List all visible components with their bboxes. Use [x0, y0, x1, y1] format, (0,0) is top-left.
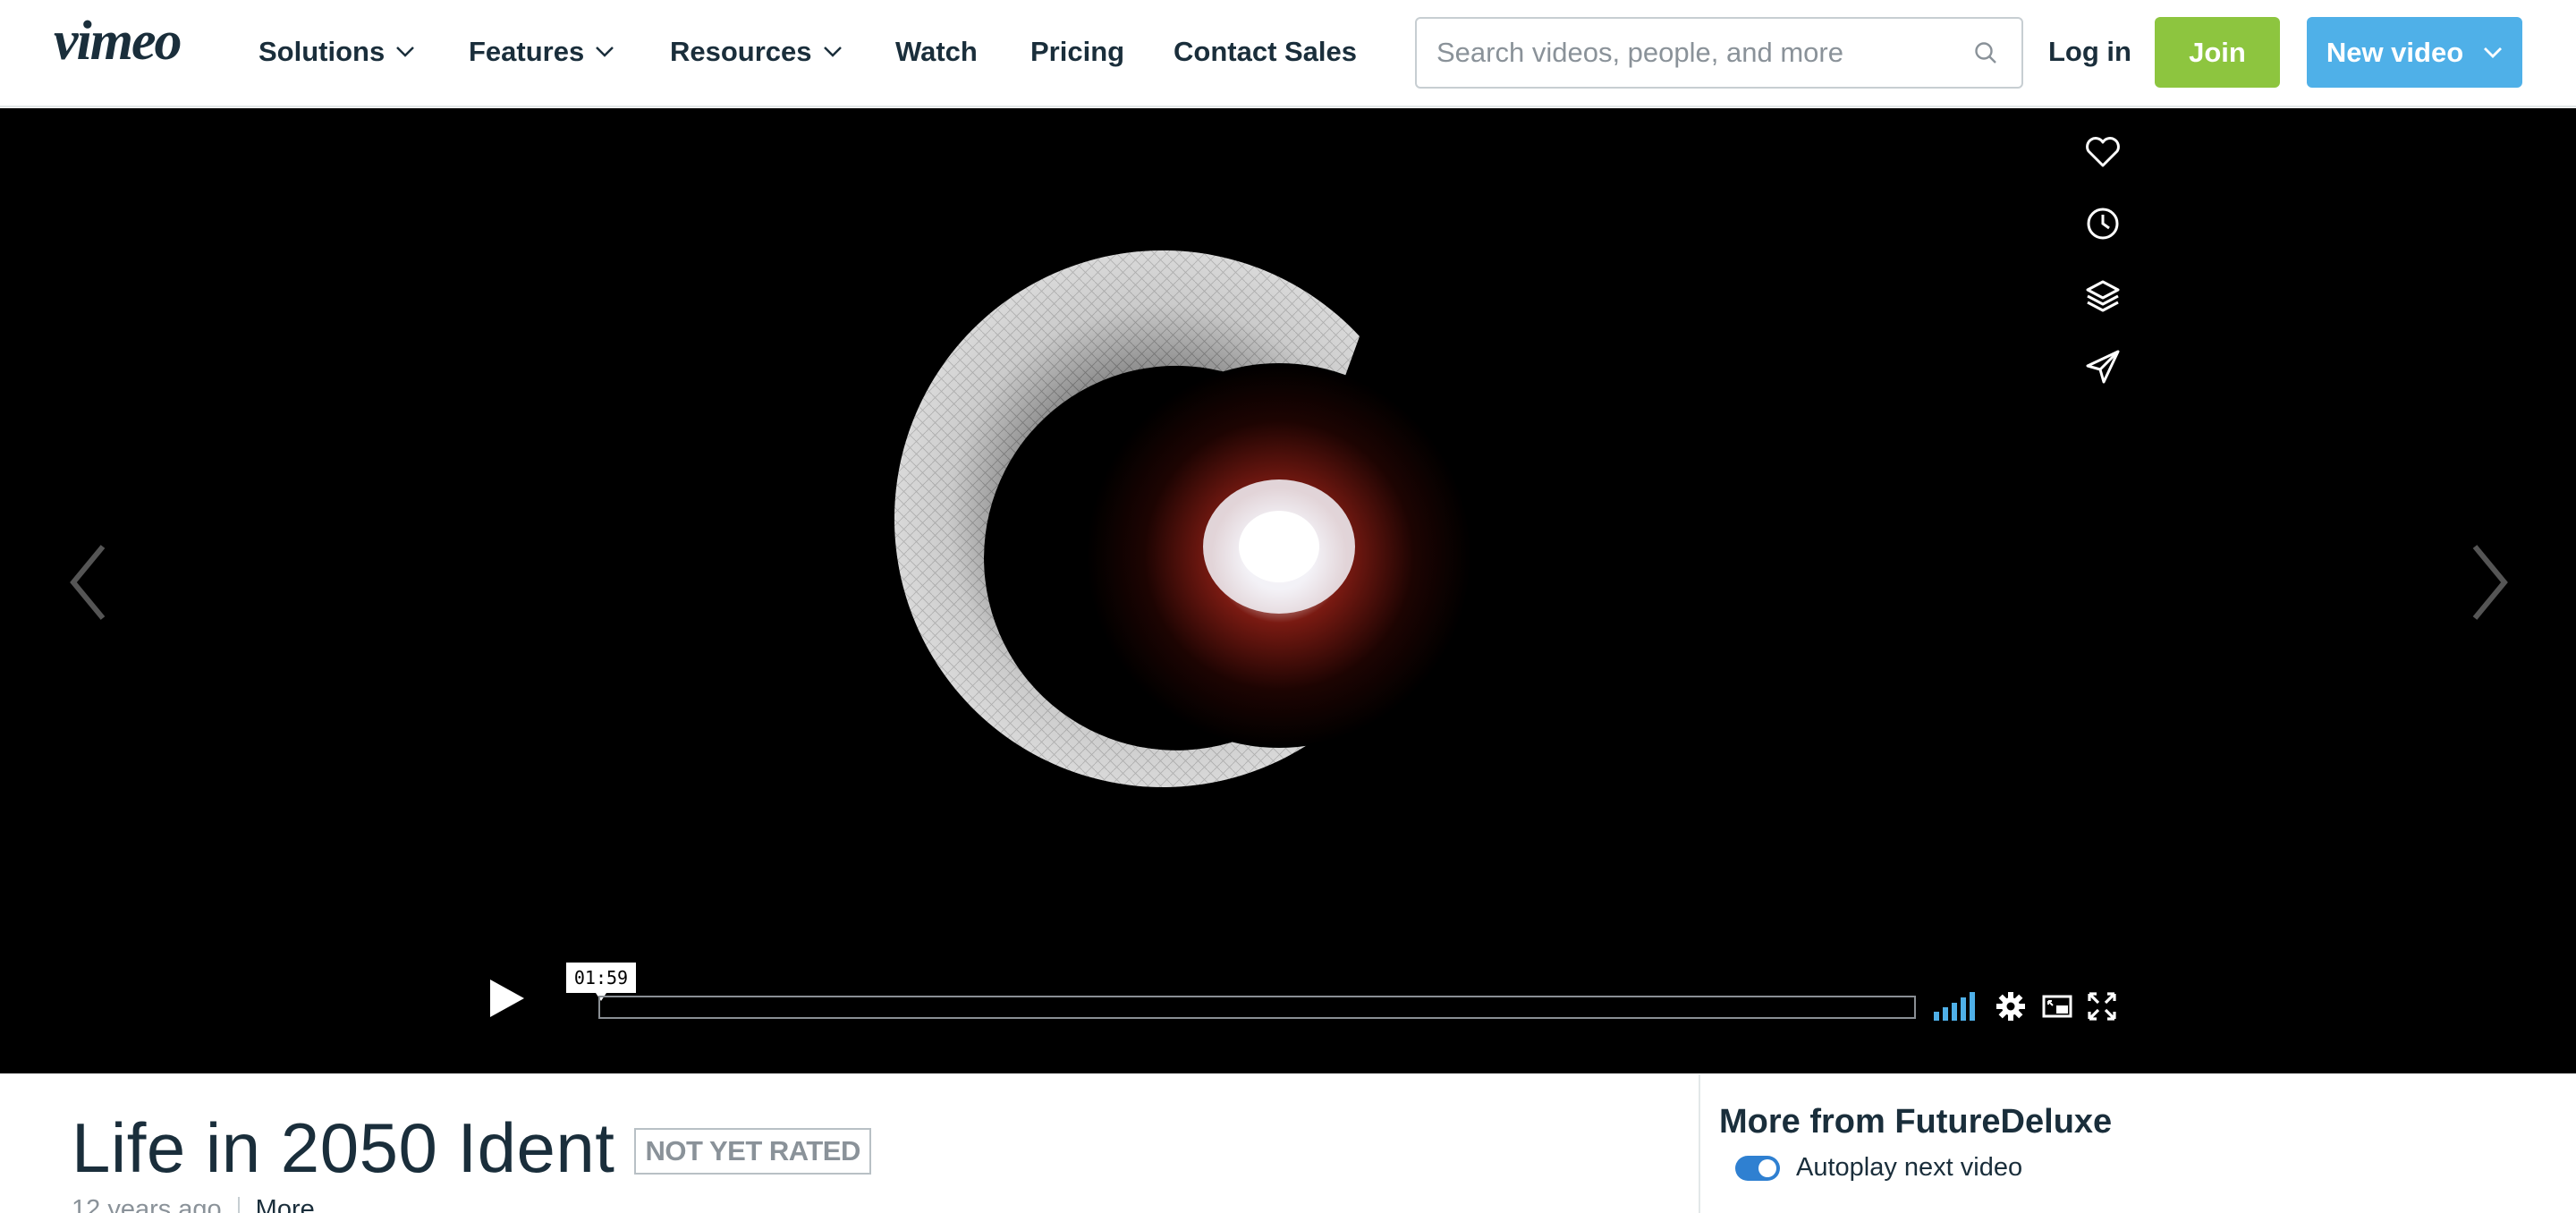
vimeo-logo[interactable]: vimeo	[54, 16, 233, 73]
join-button[interactable]: Join	[2155, 17, 2280, 88]
chevron-down-icon	[596, 47, 614, 57]
current-time-tooltip: 01:59	[566, 963, 636, 1001]
nav-features-label: Features	[469, 36, 585, 67]
new-video-button-label: New video	[2326, 36, 2464, 68]
fullscreen-icon[interactable]	[2086, 990, 2118, 1022]
watch-later-clock-icon[interactable]	[2082, 203, 2123, 244]
player-side-actions	[2082, 131, 2123, 418]
chevron-down-icon	[2484, 47, 2503, 58]
sidebar-divider	[1699, 1074, 1700, 1213]
nav-contact-sales-label: Contact Sales	[1174, 36, 1358, 67]
video-meta: 12 years ago More	[72, 1195, 315, 1213]
join-button-label: Join	[2189, 36, 2246, 68]
rating-badge: NOT YET RATED	[634, 1128, 871, 1175]
nav-solutions-label: Solutions	[258, 36, 386, 67]
upload-age: 12 years ago	[72, 1195, 222, 1213]
svg-text:vimeo: vimeo	[54, 16, 181, 72]
autoplay-label: Autoplay next video	[1796, 1153, 2023, 1182]
login-link[interactable]: Log in	[2048, 32, 2131, 72]
nav-resources[interactable]: Resources	[670, 32, 843, 72]
more-link[interactable]: More	[256, 1195, 315, 1213]
meta-separator	[237, 1196, 240, 1213]
nav-pricing-label: Pricing	[1030, 36, 1125, 67]
volume-bars-icon[interactable]	[1934, 992, 1979, 1021]
nav-contact-sales[interactable]: Contact Sales	[1174, 32, 1357, 72]
top-nav-bar: vimeo Solutions Features Resources Watch…	[0, 0, 2576, 107]
video-frame	[894, 250, 1471, 787]
player-controls: 01:59	[474, 963, 2129, 1039]
share-send-icon[interactable]	[2082, 346, 2123, 387]
more-from-heading: More from FutureDeluxe	[1719, 1103, 2113, 1141]
autoplay-toggle[interactable]	[1735, 1155, 1780, 1181]
nav-solutions[interactable]: Solutions	[258, 32, 415, 72]
chevron-down-icon	[823, 47, 842, 57]
search-box[interactable]	[1415, 17, 2023, 89]
like-heart-icon[interactable]	[2082, 131, 2123, 173]
nav-features[interactable]: Features	[469, 32, 614, 72]
settings-icon[interactable]	[1995, 990, 2027, 1022]
progress-bar[interactable]	[598, 996, 1916, 1019]
add-to-collection-layers-icon[interactable]	[2082, 275, 2123, 316]
video-player[interactable]: 01:59	[0, 108, 2576, 1073]
previous-video-arrow-icon[interactable]	[63, 538, 116, 627]
next-video-arrow-icon[interactable]	[2462, 538, 2515, 627]
picture-in-picture-icon[interactable]	[2041, 990, 2073, 1022]
video-title: Life in 2050 Ident	[72, 1107, 615, 1187]
chevron-down-icon	[396, 47, 415, 57]
autoplay-row: Autoplay next video	[1735, 1153, 2022, 1183]
search-icon[interactable]	[1973, 40, 1998, 65]
nav-pricing[interactable]: Pricing	[1030, 32, 1124, 72]
search-input[interactable]	[1417, 19, 1973, 87]
nav-resources-label: Resources	[670, 36, 812, 67]
nav-watch[interactable]: Watch	[895, 32, 978, 72]
play-icon[interactable]	[474, 967, 537, 1030]
new-video-button[interactable]: New video	[2307, 17, 2522, 88]
nav-watch-label: Watch	[895, 36, 978, 67]
video-title-row: Life in 2050 Ident NOT YET RATED	[72, 1107, 871, 1188]
